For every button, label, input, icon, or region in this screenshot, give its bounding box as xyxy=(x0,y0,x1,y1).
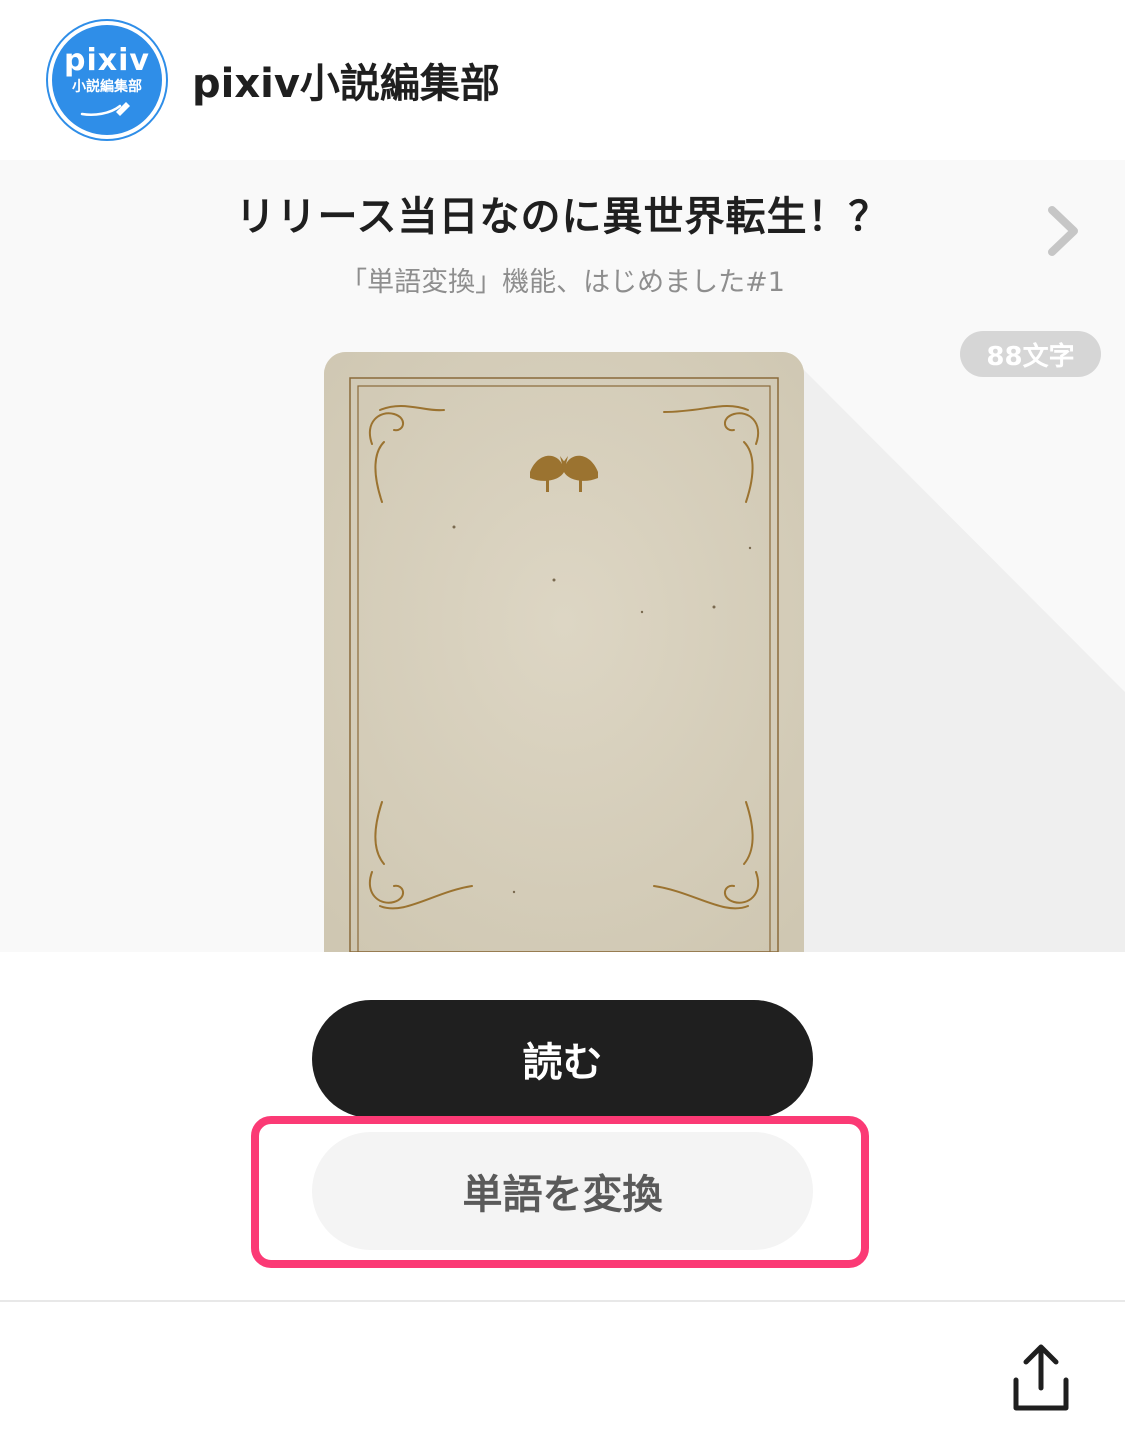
author-name[interactable]: pixiv小説編集部 xyxy=(192,51,500,109)
work-subtitle: 「単語変換」機能、はじめました#1 xyxy=(340,267,785,298)
read-button[interactable]: 読む xyxy=(312,1000,813,1118)
pen-icon xyxy=(80,102,130,116)
work-hero: リリース当日なのに異世界転生！？ 「単語変換」機能、はじめました#1 88文字 xyxy=(0,160,1125,952)
page: pixiv 小説編集部 pixiv小説編集部 リリース当日なのに異世界転生！？ … xyxy=(0,0,1125,1444)
avatar[interactable]: pixiv 小説編集部 xyxy=(48,21,166,139)
cover-image[interactable] xyxy=(324,352,804,952)
author-header: pixiv 小説編集部 pixiv小説編集部 xyxy=(0,0,1125,160)
work-title: リリース当日なのに異世界転生！？ xyxy=(235,194,890,240)
divider xyxy=(0,1300,1125,1302)
character-count-badge: 88文字 xyxy=(960,331,1101,377)
share-icon[interactable] xyxy=(1006,1340,1076,1416)
chevron-right-icon[interactable] xyxy=(1044,204,1084,258)
avatar-logo-text: pixiv xyxy=(64,43,150,78)
convert-words-button[interactable]: 単語を変換 xyxy=(312,1132,813,1250)
cover-ornament xyxy=(324,352,804,952)
avatar-sub-text: 小説編集部 xyxy=(72,79,142,95)
